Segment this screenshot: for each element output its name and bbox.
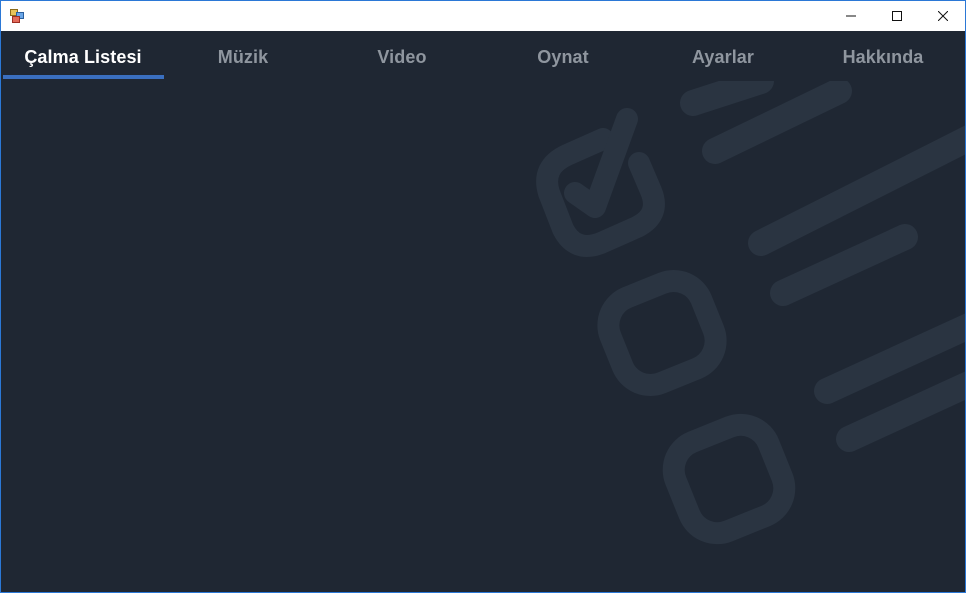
tab-bar: Çalma Listesi Müzik Video Oynat Ayarlar … [1, 31, 965, 81]
tab-oynat[interactable]: Oynat [483, 31, 643, 81]
minimize-icon [846, 15, 856, 17]
maximize-button[interactable] [874, 1, 920, 31]
tab-hakkinda[interactable]: Hakkında [803, 31, 963, 81]
title-bar[interactable] [1, 1, 965, 31]
maximize-icon [892, 11, 902, 21]
tab-calma-listesi[interactable]: Çalma Listesi [3, 31, 163, 81]
tab-ayarlar[interactable]: Ayarlar [643, 31, 803, 81]
app-window: Çalma Listesi Müzik Video Oynat Ayarlar … [0, 0, 966, 593]
tab-muzik[interactable]: Müzik [163, 31, 323, 81]
close-icon [938, 11, 948, 21]
close-button[interactable] [920, 1, 965, 31]
tab-content-panel [1, 81, 965, 592]
minimize-button[interactable] [828, 1, 874, 31]
active-tab-indicator [3, 75, 164, 79]
app-icon[interactable] [10, 9, 24, 23]
checklist-watermark-icon [536, 81, 965, 545]
tab-video[interactable]: Video [322, 31, 482, 81]
